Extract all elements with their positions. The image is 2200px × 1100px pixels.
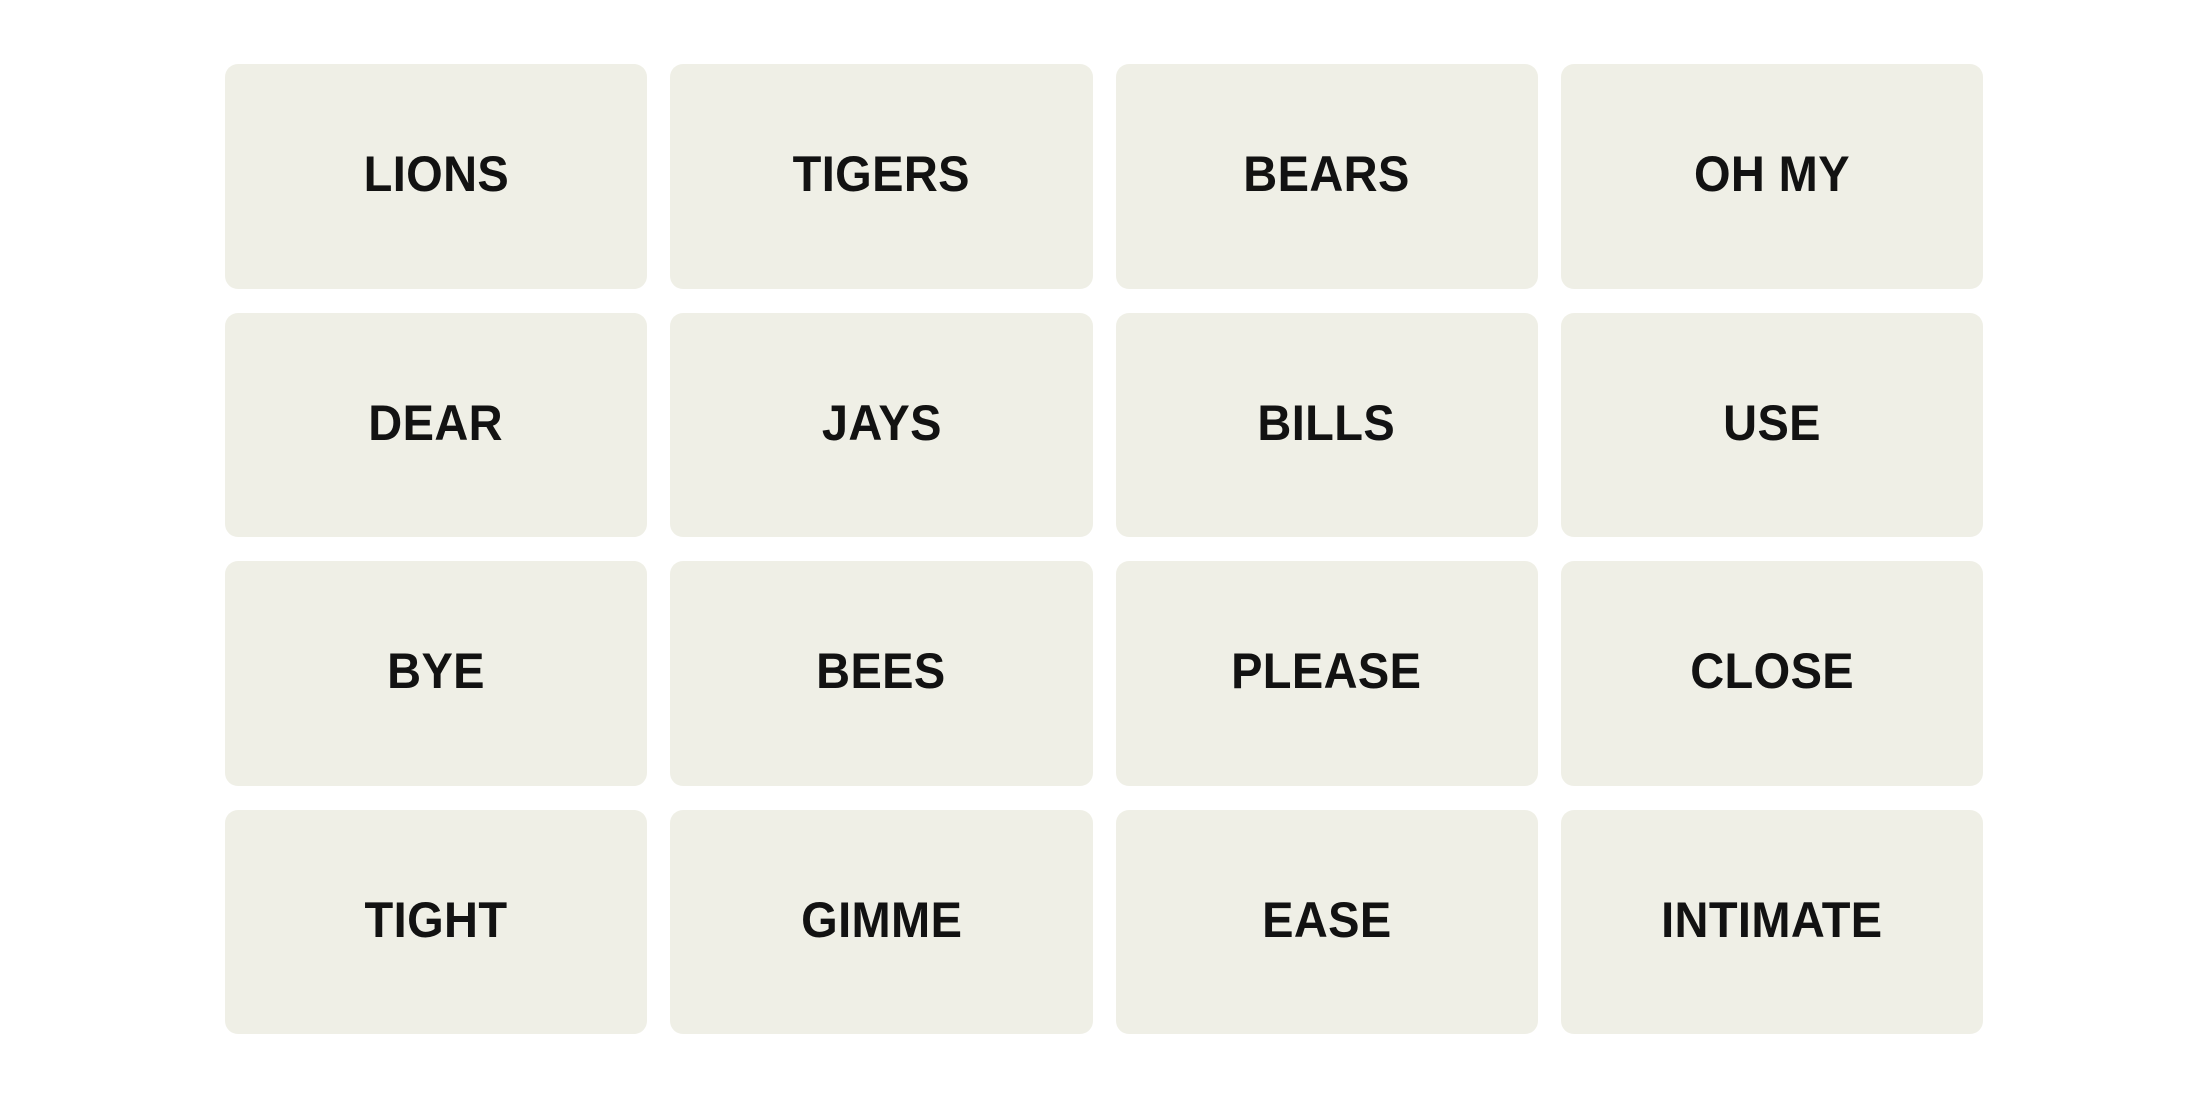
word-tile[interactable]: OH MY [1560,64,1983,289]
puzzle-app: LIONS TIGERS BEARS OH MY DEAR JAYS BILLS… [0,0,2200,1100]
word-tile-label: LIONS [363,146,509,203]
word-tile-label: PLEASE [1231,643,1422,700]
word-tile[interactable]: LIONS [225,64,648,289]
word-tile-label: USE [1722,394,1821,451]
word-tile-label: CLOSE [1689,643,1854,700]
word-tile-label: DEAR [368,394,504,451]
word-tile[interactable]: PLEASE [1115,561,1538,786]
word-tile[interactable]: CLOSE [1560,561,1983,786]
word-tile[interactable]: GIMME [670,809,1093,1034]
word-tile-label: JAYS [821,394,942,451]
word-tile[interactable]: TIGERS [670,64,1093,289]
word-tile-grid: LIONS TIGERS BEARS OH MY DEAR JAYS BILLS… [225,64,1983,1034]
word-tile-label: BILLS [1257,394,1396,451]
word-tile-label: OH MY [1693,146,1850,203]
word-tile[interactable]: USE [1560,312,1983,537]
word-tile-label: EASE [1261,891,1392,948]
word-tile-label: BEES [816,643,947,700]
word-tile-label: BYE [387,643,486,700]
word-tile[interactable]: DEAR [225,312,648,537]
word-tile-label: GIMME [800,891,962,948]
word-tile[interactable]: JAYS [670,312,1093,537]
word-tile-label: INTIMATE [1661,891,1883,948]
word-tile[interactable]: BEES [670,561,1093,786]
word-tile[interactable]: EASE [1115,809,1538,1034]
word-tile[interactable]: INTIMATE [1560,809,1983,1034]
word-tile-label: TIGHT [364,891,508,948]
word-tile[interactable]: BILLS [1115,312,1538,537]
word-tile[interactable]: BYE [225,561,648,786]
word-tile-label: BEARS [1243,146,1410,203]
word-tile[interactable]: BEARS [1115,64,1538,289]
word-tile-label: TIGERS [792,146,970,203]
word-tile[interactable]: TIGHT [225,809,648,1034]
